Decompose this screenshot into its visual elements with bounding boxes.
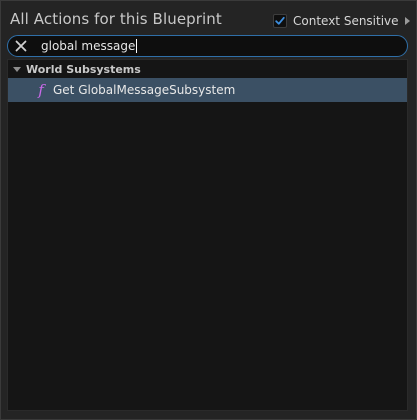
chevron-right-icon[interactable] <box>404 17 410 25</box>
title-row: All Actions for this Blueprint Context S… <box>1 1 416 35</box>
checkmark-icon <box>275 16 285 25</box>
category-world-subsystems[interactable]: World Subsystems <box>8 60 407 78</box>
close-icon <box>15 40 27 52</box>
action-item-get-global-message-subsystem[interactable]: f Get GlobalMessageSubsystem <box>8 78 407 102</box>
search-input[interactable] <box>41 36 381 56</box>
category-label: World Subsystems <box>26 62 141 76</box>
action-menu-window: All Actions for this Blueprint Context S… <box>0 0 417 420</box>
context-sensitive-toggle[interactable]: Context Sensitive <box>273 12 410 30</box>
search-box[interactable] <box>7 35 408 57</box>
text-cursor <box>136 39 137 53</box>
context-sensitive-label: Context Sensitive <box>293 14 399 28</box>
clear-search-button[interactable] <box>13 38 29 54</box>
action-list[interactable]: World Subsystems f Get GlobalMessageSubs… <box>7 59 408 411</box>
function-icon: f <box>38 81 44 99</box>
action-item-label: Get GlobalMessageSubsystem <box>53 83 236 97</box>
chevron-down-icon[interactable] <box>13 66 21 72</box>
window-title: All Actions for this Blueprint <box>10 10 222 28</box>
context-sensitive-checkbox[interactable] <box>273 14 287 28</box>
